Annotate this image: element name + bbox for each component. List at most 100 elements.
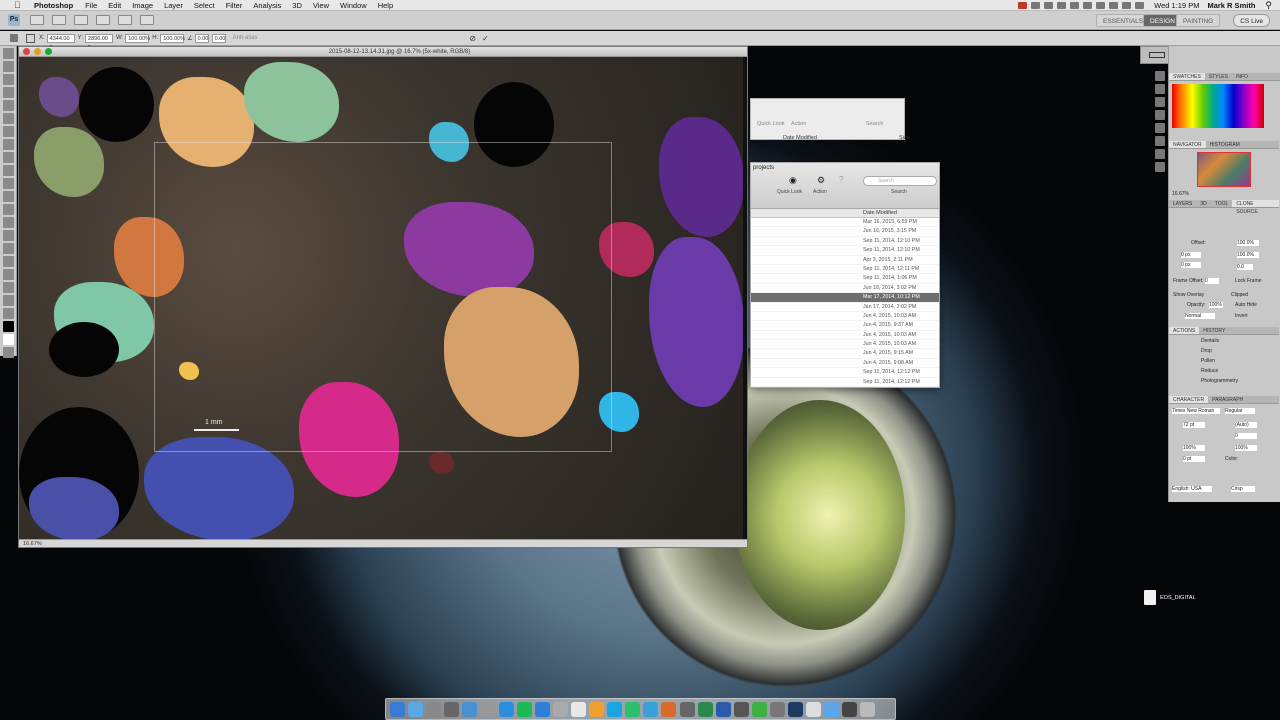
background-color-icon[interactable] [3,334,14,345]
menu-image[interactable]: Image [132,1,153,10]
offset-x-field[interactable]: 0 px [1181,252,1201,258]
horizontal-scale-field[interactable]: 100% [1235,445,1257,451]
frame-offset-field[interactable]: 0 [1205,278,1219,284]
workspace-essentials[interactable]: ESSENTIALS [1096,14,1151,27]
quick-select-tool-icon[interactable] [3,87,14,98]
file-row[interactable]: Sep 11, 2014, 12:12 PM [751,368,939,378]
column-header-size[interactable]: Size [899,135,910,141]
tracking-field[interactable]: 0 [1235,433,1257,439]
calendar-icon[interactable] [570,701,586,717]
commit-transform-icon[interactable]: ✓ [482,34,489,43]
quick-mask-icon[interactable] [3,347,14,358]
panel-icon[interactable] [1155,97,1165,107]
action-set[interactable]: Reduce [1201,368,1218,374]
column-header-date-modified[interactable]: Date Modified [751,209,939,218]
antialias-select[interactable]: Crisp [1231,486,1255,492]
screen-mode-icon[interactable] [140,15,154,25]
bridge-icon[interactable] [30,15,44,25]
tab-info[interactable]: INFO [1232,73,1252,80]
3d-rotate-tool-icon[interactable] [3,282,14,293]
zoom-window-icon[interactable] [45,48,52,55]
rocket-icon[interactable] [480,701,496,717]
documents-icon[interactable] [806,701,822,717]
vertical-scale-field[interactable]: 100% [1183,445,1205,451]
panel-icon[interactable] [1155,136,1165,146]
facetime-icon[interactable] [625,701,641,717]
spotify-icon[interactable] [516,701,532,717]
app-icon[interactable] [643,701,659,717]
reference-point-icon[interactable] [26,33,35,43]
blend-mode-select[interactable]: Normal [1185,313,1215,319]
menu-file[interactable]: File [85,1,97,10]
column-header-date[interactable]: Date Modified [783,135,817,141]
eraser-tool-icon[interactable] [3,178,14,189]
swatches-grid[interactable] [1172,84,1264,128]
file-row[interactable]: Jan 17, 2014, 2:02 PM [751,303,939,312]
app-icon[interactable] [842,701,858,717]
lasso-tool-icon[interactable] [3,74,14,85]
tab-history[interactable]: HISTORY [1199,327,1229,334]
document-titlebar[interactable]: 2015-08-12-13.14.31.jpg @ 16.7% (5x-whit… [19,47,747,57]
file-row[interactable]: Sep 11, 2014, 12:10 PM [751,246,939,256]
finder-window-back[interactable]: Quick Look Action Search Date Modified S… [750,98,910,141]
file-row[interactable]: Jun 4, 2015, 9:37 AM [751,321,939,331]
app-icon[interactable] [733,701,749,717]
action-button[interactable]: Action [791,121,806,127]
close-window-icon[interactable] [23,48,30,55]
panel-icon[interactable] [1155,162,1165,172]
menu-select[interactable]: Select [194,1,215,10]
view-extras-icon[interactable] [74,15,88,25]
file-row[interactable]: Sep 11, 2014, 1:06 PM [751,274,939,284]
system-prefs-icon[interactable] [444,701,460,717]
tab-character[interactable]: CHARACTER [1169,396,1209,403]
finder-icon[interactable] [390,701,405,717]
auto-hide-checkbox[interactable]: Auto Hide [1235,302,1257,308]
file-row[interactable]: Jun 18, 2014, 3:02 PM [751,284,939,294]
arrange-docs-icon[interactable] [118,15,132,25]
search-input[interactable]: Search [863,176,937,186]
panel-icon[interactable] [1155,71,1165,81]
minimize-window-icon[interactable] [34,48,41,55]
skype-icon[interactable] [607,701,623,717]
menu-filter[interactable]: Filter [226,1,243,10]
blur-tool-icon[interactable] [3,204,14,215]
tab-layers[interactable]: LAYERS [1169,200,1196,207]
menu-help[interactable]: Help [378,1,393,10]
height-field[interactable]: 2896.00 p [85,33,114,50]
language-select[interactable]: English: USA [1172,486,1212,492]
baseline-field[interactable]: 0 pt [1183,456,1205,462]
action-set[interactable]: Pollen [1201,358,1215,364]
panel-icon[interactable] [1155,84,1165,94]
invert-checkbox[interactable]: Invert [1235,313,1248,319]
clipped-checkbox[interactable]: Clipped [1231,292,1248,298]
file-row[interactable]: Jun 4, 2015, 10:03 AM [751,340,939,350]
path-select-tool-icon[interactable] [3,256,14,267]
move-tool-icon[interactable] [3,48,14,59]
help-icon[interactable]: ? [839,175,843,184]
menu-layer[interactable]: Layer [164,1,183,10]
scale-h-field[interactable]: 100.0% [1237,252,1259,258]
history-brush-tool-icon[interactable] [3,165,14,176]
tab-styles[interactable]: STYLES [1205,73,1232,80]
brush-tool-icon[interactable] [3,139,14,150]
file-row[interactable]: Sep 11, 2014, 12:10 PM [751,237,939,247]
tool-preset-icon[interactable] [10,34,18,42]
file-row[interactable]: Sep 11, 2014, 12:11 PM [751,265,939,275]
spotlight-icon[interactable]: ⚲ [1265,0,1272,11]
status-icon[interactable] [1083,2,1093,9]
app-icon[interactable] [751,701,767,717]
file-row[interactable]: Sep 11, 2014, 12:12 PM [751,378,939,388]
offset-y-field[interactable]: 0 px [1181,262,1201,268]
tab-tool[interactable]: TOOL [1211,200,1233,207]
angle-field[interactable]: 0.0 [1237,264,1253,270]
tab-clone-source[interactable]: CLONE SOURCE [1232,200,1279,215]
gradient-tool-icon[interactable] [3,191,14,202]
font-style-select[interactable]: Regular [1225,408,1255,414]
cs-live-button[interactable]: CS Live [1233,14,1270,27]
workspace-painting[interactable]: PAINTING [1176,14,1221,27]
show-overlay-checkbox[interactable]: Show Overlay [1173,292,1204,298]
file-row-selected[interactable]: Mar 17, 2014, 10:12 PM [751,293,939,303]
mail-icon[interactable] [426,701,442,717]
shape-tool-icon[interactable] [3,269,14,280]
file-row[interactable]: Jun 4, 2015, 10:03 AM [751,331,939,341]
